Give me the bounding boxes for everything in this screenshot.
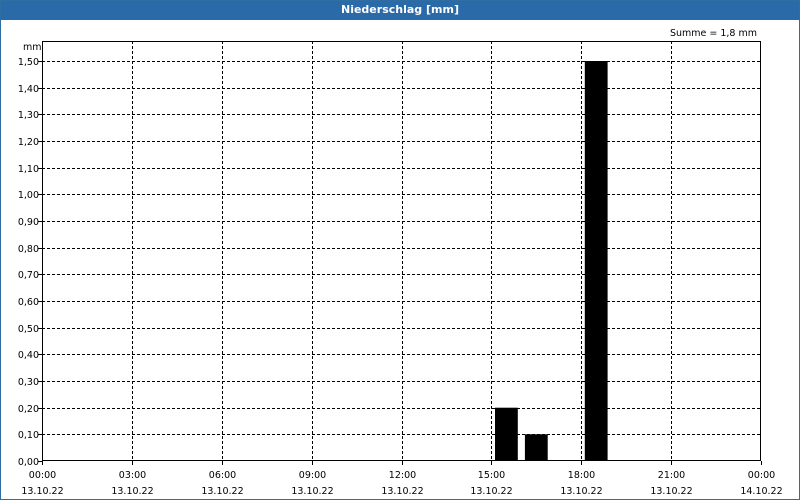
y-tick-label: 0,50 — [18, 324, 39, 335]
x-tick-date-label: 13.10.22 — [381, 486, 423, 497]
y-tick-label: 0,30 — [18, 377, 39, 388]
x-tick-date-label: 13.10.22 — [111, 486, 153, 497]
sum-annotation: Summe = 1,8 mm — [670, 28, 757, 39]
x-tick-date-label: 13.10.22 — [650, 486, 692, 497]
precipitation-chart: 0,00 0,10 0,20 0,30 0,40 0,50 0,60 0,70 0,80 0,90… — [18, 28, 783, 497]
x-tick-time-label: 06:00 — [209, 470, 236, 481]
x-tick-time-label: 21:00 — [658, 470, 685, 481]
precipitation-bar — [524, 434, 548, 461]
precipitation-bar — [495, 407, 518, 461]
x-tick-time-label: 09:00 — [299, 470, 326, 481]
y-tick-label: 1,40 — [18, 84, 39, 95]
grid-lines — [42, 41, 761, 461]
plot-border — [42, 41, 761, 461]
y-tick-label: 1,10 — [18, 164, 39, 175]
precipitation-bar — [584, 61, 608, 461]
x-tick-date-label: 14.10.22 — [740, 486, 782, 497]
y-tick-label: 1,30 — [18, 110, 39, 121]
x-tick-time-label: 03:00 — [119, 470, 146, 481]
y-axis-unit-label: mm — [23, 42, 42, 53]
x-tick-date-label: 13.10.22 — [21, 486, 63, 497]
chart-window: Niederschlag [mm] 0,00 0,10 0,20 0,30 0,40 0,… — [0, 0, 800, 500]
bars — [495, 61, 608, 461]
x-tick-time-label: 18:00 — [568, 470, 595, 481]
x-tick-date-label: 13.10.22 — [291, 486, 333, 497]
y-tick-label: 0,80 — [18, 244, 39, 255]
x-tick-date-label: 13.10.22 — [201, 486, 243, 497]
y-tick-label: 1,20 — [18, 137, 39, 148]
y-tick-label: 1,50 — [18, 57, 39, 68]
x-tick-date-label: 13.10.22 — [470, 486, 512, 497]
x-tick-time-label: 12:00 — [389, 470, 416, 481]
x-tick-time-label: 00:00 — [29, 470, 56, 481]
y-tick-label: 0,20 — [18, 404, 39, 415]
x-tick-date-label: 13.10.22 — [560, 486, 602, 497]
y-tick-label: 0,90 — [18, 217, 39, 228]
x-tick-time-label: 00:00 — [748, 470, 775, 481]
y-tick-label: 1,00 — [18, 190, 39, 201]
y-tick-label: 0,10 — [18, 430, 39, 441]
y-tick-label: 0,70 — [18, 270, 39, 281]
y-tick-label: 0,00 — [18, 457, 39, 468]
x-tick-time-label: 15:00 — [478, 470, 505, 481]
y-tick-label: 0,40 — [18, 350, 39, 361]
y-tick-label: 0,60 — [18, 297, 39, 308]
axes — [38, 41, 762, 465]
